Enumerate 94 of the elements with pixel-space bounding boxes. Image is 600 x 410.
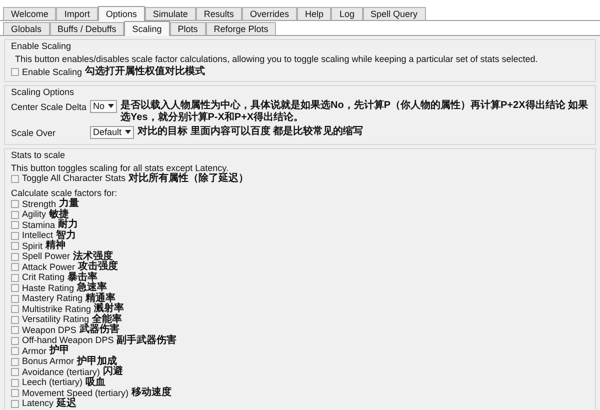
checkbox-label: Bonus Armor	[22, 356, 74, 368]
description: This button toggles scaling for all stats except Latency.	[11, 162, 228, 173]
chinese-note: 护甲加成	[77, 356, 118, 366]
dropdown[interactable]: Default	[90, 126, 134, 138]
caret-icon	[124, 130, 131, 134]
group-title: Stats to scale	[11, 148, 66, 160]
checkbox[interactable]	[11, 316, 19, 324]
checkbox-label: Versatility Rating	[22, 314, 90, 324]
checkbox-label: Toggle All Character Stats	[22, 173, 126, 184]
checkbox[interactable]	[11, 347, 19, 356]
checkbox-label: Off-hand Weapon DPS	[22, 335, 114, 346]
checkbox[interactable]	[11, 68, 19, 76]
chinese-note: 是否以载入人物属性为中心，具体说就是如果选No，先计算P（你人物的属性）再计算P+2X得出结论 如果选Yes，就分别计算P-X和P+X得出结论。	[120, 100, 589, 124]
caret-icon	[108, 104, 114, 108]
checkbox[interactable]	[11, 242, 19, 250]
checkbox-label: Latency	[22, 398, 54, 410]
chinese-note: 力量	[59, 199, 80, 209]
tab[interactable]: Welcome	[3, 7, 56, 20]
checkbox-label: Attack Power	[22, 262, 76, 272]
chinese-note: 移动速度	[132, 388, 172, 398]
chinese-note: 攻击强度	[78, 262, 118, 272]
checkbox-label: Mastery Rating	[22, 293, 83, 304]
chinese-note: 急速率	[77, 283, 108, 293]
checkbox-label: Enable Scaling	[22, 66, 82, 78]
field-label: Scale Over	[11, 126, 57, 138]
checkbox[interactable]	[11, 326, 19, 334]
checkbox[interactable]	[11, 358, 19, 366]
checkbox[interactable]	[11, 263, 19, 272]
checkbox-label: Movement Speed (tertiary)	[22, 388, 129, 398]
chinese-note: 延迟	[56, 398, 77, 409]
chinese-note: 对比的目标 里面内容可以百度 都是比较常见的缩写	[138, 126, 364, 138]
chinese-note: 护甲	[50, 346, 70, 356]
tab[interactable]: Help	[296, 7, 332, 20]
chinese-note: 闪避	[102, 367, 123, 377]
chinese-note: 副手武器伤害	[116, 336, 177, 346]
tab[interactable]: Spell Query	[362, 7, 426, 20]
checkbox-label: Multistrike Rating	[22, 304, 92, 315]
checkbox-label: Spell Power	[22, 251, 70, 262]
chinese-note: 溅射率	[94, 304, 124, 314]
tab[interactable]: Plots	[170, 22, 206, 35]
tab[interactable]: Overrides	[242, 7, 297, 20]
tab[interactable]: Options	[98, 6, 145, 21]
checkbox[interactable]	[11, 174, 19, 183]
tab[interactable]: Simulate	[144, 7, 196, 20]
chinese-note: 吸血	[86, 378, 106, 388]
chinese-note: 法术强度	[73, 252, 114, 262]
chinese-note: 智力	[56, 230, 76, 240]
checkbox-label: Spirit	[22, 240, 43, 252]
checkbox-label: Haste Rating	[22, 282, 74, 294]
checkbox[interactable]	[11, 336, 19, 345]
tab[interactable]: Log	[331, 7, 362, 20]
chinese-note: 全能率	[92, 314, 122, 324]
checkbox[interactable]	[11, 378, 19, 387]
chinese-note: 武器伤害	[79, 325, 120, 335]
checkbox[interactable]	[11, 294, 19, 303]
tab[interactable]: Reforge Plots	[206, 22, 276, 35]
checkbox-label: Agility	[22, 209, 46, 220]
checkbox-label: Stamina	[22, 220, 56, 231]
checkbox[interactable]	[11, 284, 19, 292]
checkbox[interactable]	[11, 232, 19, 240]
chinese-note: 精通率	[86, 294, 116, 304]
list-label: Calculate scale factors for:	[11, 188, 118, 198]
checkbox-label: Weapon DPS	[22, 324, 76, 336]
checkbox[interactable]	[11, 389, 19, 398]
checkbox-label: Leech (tertiary)	[22, 377, 83, 388]
tab[interactable]: Buffs / Debuffs	[50, 22, 124, 35]
tab[interactable]: Scaling	[124, 21, 170, 36]
checkbox[interactable]	[11, 368, 19, 376]
tab[interactable]: Globals	[3, 22, 50, 35]
description: This button enables/disables scale factor calculations, allowing you to toggle scaling while keeping a particular set of stats selected.	[14, 54, 539, 65]
chinese-note: 勾选打开属性权值对比模式	[85, 67, 206, 78]
checkbox[interactable]	[11, 210, 19, 219]
checkbox[interactable]	[11, 274, 19, 282]
chinese-note: 对比所有属性（除了延迟）	[128, 174, 249, 184]
checkbox[interactable]	[11, 305, 19, 314]
group-title: Scaling Options	[11, 86, 76, 98]
group-title: Enable Scaling	[11, 40, 72, 52]
checkbox-label: Strength	[22, 198, 56, 209]
chinese-note: 敏捷	[49, 210, 70, 220]
checkbox-label: Avoidance (tertiary)	[22, 366, 100, 377]
tab[interactable]: Import	[56, 7, 98, 20]
checkbox[interactable]	[11, 252, 19, 261]
chinese-note: 精神	[46, 241, 66, 252]
checkbox-label: Crit Rating	[22, 272, 65, 284]
dropdown[interactable]: No	[90, 100, 117, 112]
checkbox[interactable]	[11, 200, 19, 208]
chinese-note: 耐力	[58, 220, 78, 230]
tab[interactable]: Results	[196, 7, 242, 20]
checkbox[interactable]	[11, 400, 19, 408]
checkbox[interactable]	[11, 221, 19, 230]
chinese-note: 暴击率	[68, 272, 98, 282]
checkbox-label: Armor	[22, 346, 46, 357]
field-label: Center Scale Delta	[11, 100, 86, 112]
checkbox-label: Intellect	[22, 230, 54, 240]
